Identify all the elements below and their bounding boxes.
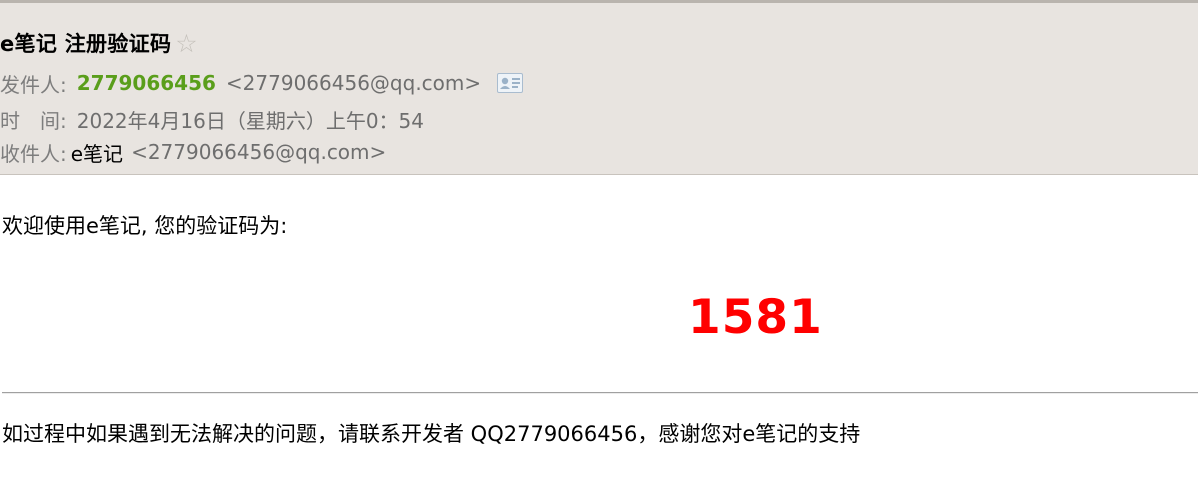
sender-row: 发件人: 2779066456 <2779066456@qq.com>: [0, 69, 524, 97]
email-header: e笔记 注册验证码 ☆ 发件人: 2779066456 <2779066456@…: [0, 0, 1198, 175]
time-row: 时 间: 2022年4月16日（星期六）上午0：54: [0, 105, 424, 133]
sender-label: 发件人:: [0, 72, 67, 97]
sender-email: <2779066456@qq.com>: [225, 71, 482, 95]
divider: [2, 392, 1198, 394]
recipient-row: 收件人: e笔记 <2779066456@qq.com>: [0, 138, 386, 166]
time-value: 2022年4月16日（星期六）上午0：54: [76, 108, 424, 133]
email-subject: e笔记 注册验证码: [0, 32, 172, 56]
time-label: 时 间:: [0, 108, 67, 133]
subject-row: e笔记 注册验证码 ☆: [0, 28, 198, 58]
footer-text: 如过程中如果遇到无法解决的问题，请联系开发者 QQ2779066456，感谢您对…: [2, 422, 861, 446]
recipient-label: 收件人:: [0, 141, 67, 166]
recipient-email: <2779066456@qq.com>: [131, 140, 387, 164]
star-icon[interactable]: ☆: [175, 31, 197, 56]
recipient-name[interactable]: e笔记: [71, 138, 123, 167]
sender-name[interactable]: 2779066456: [77, 71, 216, 95]
contact-card-icon[interactable]: [497, 73, 524, 93]
greeting-text: 欢迎使用e笔记, 您的验证码为:: [2, 214, 288, 238]
verification-code: 1581: [688, 290, 823, 345]
